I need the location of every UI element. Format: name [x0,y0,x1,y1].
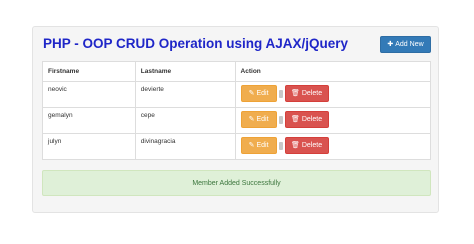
firstname-cell: julyn [42,133,136,160]
add-new-button[interactable]: ✚ Add New [380,36,431,53]
column-header-lastname: Lastname [134,61,236,82]
table-row: julyn divinagracia ✎ Edit 🗑 Delete [42,133,432,160]
table-row: gemalyn cepe ✎ Edit 🗑 Delete [42,107,432,134]
action-cell: ✎ Edit 🗑 Delete [234,133,432,160]
edit-icon: ✎ [248,142,255,149]
alert-message: Member Added Successfully [192,179,281,187]
delete-button[interactable]: 🗑 Delete [284,111,329,128]
button-separator [278,115,283,124]
trash-icon: 🗑 [290,116,300,123]
delete-button[interactable]: 🗑 Delete [284,137,329,154]
delete-button[interactable]: 🗑 Delete [284,85,329,102]
lastname-cell: cepe [134,107,236,134]
plus-icon: ✚ [387,41,394,48]
column-header-action: Action [234,61,432,82]
edit-icon: ✎ [248,116,255,123]
firstname-cell: neovic [42,81,136,108]
table-row: neovic devierte ✎ Edit 🗑 Delete [42,81,432,108]
firstname-cell: gemalyn [42,107,136,134]
action-cell: ✎ Edit 🗑 Delete [234,81,432,108]
column-header-firstname: Firstname [42,61,136,82]
edit-label: Edit [256,116,269,123]
action-cell: ✎ Edit 🗑 Delete [234,107,432,134]
edit-label: Edit [256,90,269,97]
button-separator [278,141,283,150]
trash-icon: 🗑 [290,90,300,97]
edit-button[interactable]: ✎ Edit [240,85,277,102]
table-header-row: Firstname Lastname Action [42,61,432,82]
success-alert: Member Added Successfully [42,170,431,196]
trash-icon: 🗑 [290,142,300,149]
edit-button[interactable]: ✎ Edit [240,111,277,128]
edit-icon: ✎ [248,90,255,97]
crud-panel: PHP - OOP CRUD Operation using AJAX/jQue… [32,26,439,213]
lastname-cell: devierte [134,81,236,108]
add-new-label: Add New [395,41,424,48]
lastname-cell: divinagracia [134,133,236,160]
button-separator [278,89,283,98]
edit-button[interactable]: ✎ Edit [240,137,277,154]
delete-label: Delete [301,90,323,97]
delete-label: Delete [301,142,323,149]
members-table: Firstname Lastname Action neovic deviert… [42,61,432,160]
page-title: PHP - OOP CRUD Operation using AJAX/jQue… [43,36,349,51]
edit-label: Edit [256,142,269,149]
delete-label: Delete [301,116,323,123]
